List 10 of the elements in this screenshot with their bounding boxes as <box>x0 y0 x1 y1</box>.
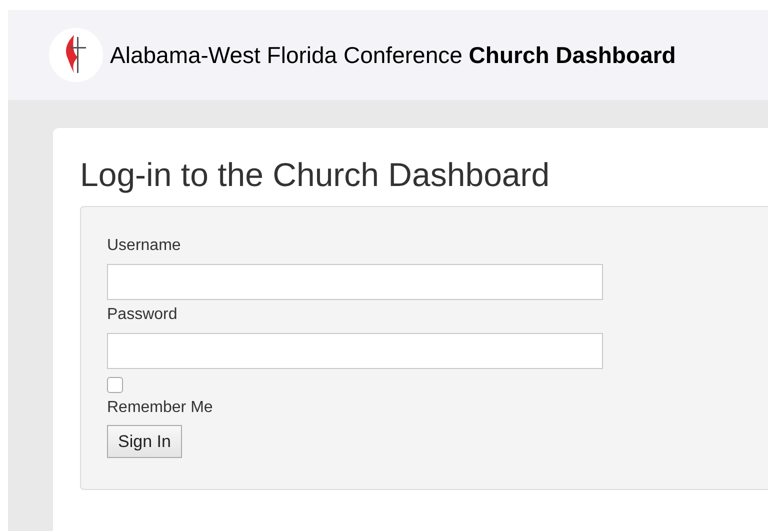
sign-in-button[interactable]: Sign In <box>107 425 182 458</box>
site-title: Alabama-West Florida Conference Church Dashboard <box>110 40 676 70</box>
remember-checkbox[interactable] <box>107 377 123 393</box>
input-field[interactable] <box>107 264 603 300</box>
field-label: Username <box>107 236 181 256</box>
page-heading: Log-in to the Church Dashboard <box>80 156 551 194</box>
input-field[interactable] <box>107 333 603 369</box>
field-label: Password <box>107 305 178 325</box>
cross-and-flame-logo <box>48 27 104 83</box>
remember-label: Remember Me <box>107 398 213 418</box>
